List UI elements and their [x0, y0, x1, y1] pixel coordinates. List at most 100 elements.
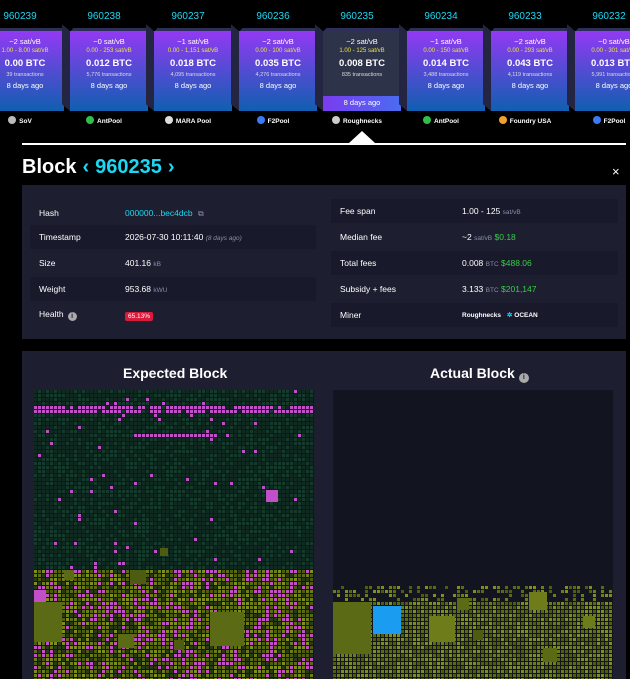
- tx-square[interactable]: [262, 566, 265, 569]
- tx-square[interactable]: [218, 650, 221, 653]
- tx-square[interactable]: [222, 498, 225, 501]
- tx-square[interactable]: [98, 426, 101, 429]
- tx-square[interactable]: [154, 646, 157, 649]
- tx-square[interactable]: [130, 614, 133, 617]
- tx-square[interactable]: [118, 486, 121, 489]
- tx-square[interactable]: [134, 554, 137, 557]
- tx-square[interactable]: [210, 654, 213, 657]
- tx-square[interactable]: [134, 550, 137, 553]
- tx-square[interactable]: [154, 498, 157, 501]
- tx-square[interactable]: [98, 390, 101, 393]
- tx-square[interactable]: [126, 534, 129, 537]
- tx-square[interactable]: [298, 470, 301, 473]
- tx-square[interactable]: [114, 562, 117, 565]
- tx-square[interactable]: [170, 646, 173, 649]
- tx-square[interactable]: [78, 646, 81, 649]
- tx-square[interactable]: [150, 446, 153, 449]
- tx-square[interactable]: [266, 418, 269, 421]
- tx-square[interactable]: [298, 466, 301, 469]
- tx-square[interactable]: [234, 482, 237, 485]
- tx-square[interactable]: [258, 502, 261, 505]
- tx-square[interactable]: [282, 562, 285, 565]
- tx-square[interactable]: [134, 446, 137, 449]
- tx-square[interactable]: [222, 578, 225, 581]
- tx-square[interactable]: [250, 538, 253, 541]
- tx-square[interactable]: [142, 458, 145, 461]
- tx-square[interactable]: [242, 406, 245, 409]
- tx-square[interactable]: [78, 458, 81, 461]
- tx-square[interactable]: [302, 466, 305, 469]
- tx-square[interactable]: [90, 650, 93, 653]
- tx-square[interactable]: [102, 534, 105, 537]
- tx-square[interactable]: [282, 494, 285, 497]
- actual-block-info-icon[interactable]: i: [518, 373, 529, 383]
- block-cube[interactable]: ~1 sat/vB 0.00 - 1,151 sat/vB 0.018 BTC 4,0…: [146, 24, 236, 112]
- tx-square[interactable]: [58, 538, 61, 541]
- tx-square[interactable]: [134, 498, 137, 501]
- tx-square[interactable]: [206, 510, 209, 513]
- tx-square[interactable]: [174, 594, 177, 597]
- tx-square[interactable]: [90, 534, 93, 537]
- tx-square[interactable]: [234, 590, 237, 593]
- tx-square[interactable]: [242, 554, 245, 557]
- tx-square[interactable]: [274, 610, 277, 613]
- tx-square[interactable]: [102, 662, 105, 665]
- block-height-label[interactable]: 960232: [567, 11, 630, 22]
- tx-square[interactable]: [306, 526, 309, 529]
- tx-square[interactable]: [202, 482, 205, 485]
- tx-square[interactable]: [178, 482, 181, 485]
- tx-square[interactable]: [134, 542, 137, 545]
- tx-square[interactable]: [110, 646, 113, 649]
- tx-square[interactable]: [158, 650, 161, 653]
- tx-square[interactable]: [42, 534, 45, 537]
- tx-square[interactable]: [130, 542, 133, 545]
- tx-square[interactable]: [294, 414, 297, 417]
- tx-square[interactable]: [218, 654, 221, 657]
- block-pool[interactable]: F2Pool: [567, 116, 630, 125]
- tx-square[interactable]: [222, 426, 225, 429]
- tx-square[interactable]: [142, 562, 145, 565]
- tx-square[interactable]: [302, 638, 305, 641]
- tx-square[interactable]: [82, 586, 85, 589]
- tx-square[interactable]: [98, 414, 101, 417]
- tx-square[interactable]: [98, 574, 101, 577]
- tx-square[interactable]: [310, 398, 313, 401]
- tx-square[interactable]: [214, 558, 217, 561]
- tx-square[interactable]: [258, 482, 261, 485]
- tx-square[interactable]: [298, 630, 301, 633]
- tx-square[interactable]: [270, 530, 273, 533]
- tx-square[interactable]: [150, 602, 153, 605]
- tx-square[interactable]: [106, 650, 109, 653]
- tx-square[interactable]: [258, 478, 261, 481]
- tx-square[interactable]: [194, 610, 197, 613]
- tx-square[interactable]: [50, 598, 53, 601]
- tx-square[interactable]: [66, 538, 69, 541]
- tx-square[interactable]: [110, 402, 113, 405]
- tx-square[interactable]: [230, 594, 233, 597]
- tx-square[interactable]: [66, 530, 69, 533]
- tx-square[interactable]: [262, 582, 265, 585]
- tx-square[interactable]: [98, 434, 101, 437]
- tx-square[interactable]: [202, 630, 205, 633]
- tx-square[interactable]: [122, 438, 125, 441]
- tx-square[interactable]: [150, 518, 153, 521]
- tx-square[interactable]: [54, 410, 57, 413]
- tx-square[interactable]: [138, 522, 141, 525]
- tx-square[interactable]: [138, 390, 141, 393]
- tx-square[interactable]: [46, 642, 49, 645]
- tx-square[interactable]: [106, 390, 109, 393]
- tx-square[interactable]: [134, 650, 137, 653]
- tx-square[interactable]: [310, 446, 313, 449]
- tx-square[interactable]: [294, 546, 297, 549]
- tx-square[interactable]: [178, 398, 181, 401]
- tx-square[interactable]: [130, 462, 133, 465]
- tx-square[interactable]: [306, 650, 309, 653]
- tx-square[interactable]: [310, 462, 313, 465]
- tx-square[interactable]: [194, 646, 197, 649]
- tx-square[interactable]: [254, 578, 257, 581]
- tx-square[interactable]: [50, 474, 53, 477]
- tx-square[interactable]: [210, 566, 213, 569]
- tx-square[interactable]: [218, 662, 221, 665]
- tx-square[interactable]: [66, 594, 69, 597]
- tx-square[interactable]: [170, 430, 173, 433]
